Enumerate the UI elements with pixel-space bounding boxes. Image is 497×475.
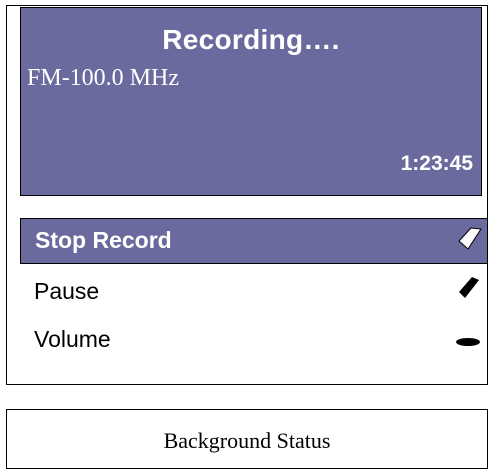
menu-item-label: Volume xyxy=(34,326,111,352)
menu-item-volume[interactable]: Volume xyxy=(20,317,488,363)
rotary-knob-horizontal-icon xyxy=(456,338,480,346)
menu-item-label: Stop Record xyxy=(35,227,172,253)
background-status-text: Background Status xyxy=(163,428,331,453)
radio-frequency: FM-100.0 MHz xyxy=(27,65,180,91)
menu-item-stop-record[interactable]: Stop Record xyxy=(20,218,488,264)
rotary-knob-diagonal-icon xyxy=(459,277,479,298)
rotary-knob-diagonal-up-icon xyxy=(458,227,482,250)
device-screen: Recording…. FM-100.0 MHz 1:23:45 Stop Re… xyxy=(6,5,488,385)
recording-title: Recording…. xyxy=(162,24,340,55)
recording-status-panel: Recording…. FM-100.0 MHz 1:23:45 xyxy=(20,7,482,196)
menu-item-label: Pause xyxy=(34,278,100,304)
background-status-box: Background Status xyxy=(6,409,488,469)
recording-elapsed-time: 1:23:45 xyxy=(400,152,473,175)
menu-item-pause[interactable]: Pause xyxy=(20,269,488,315)
